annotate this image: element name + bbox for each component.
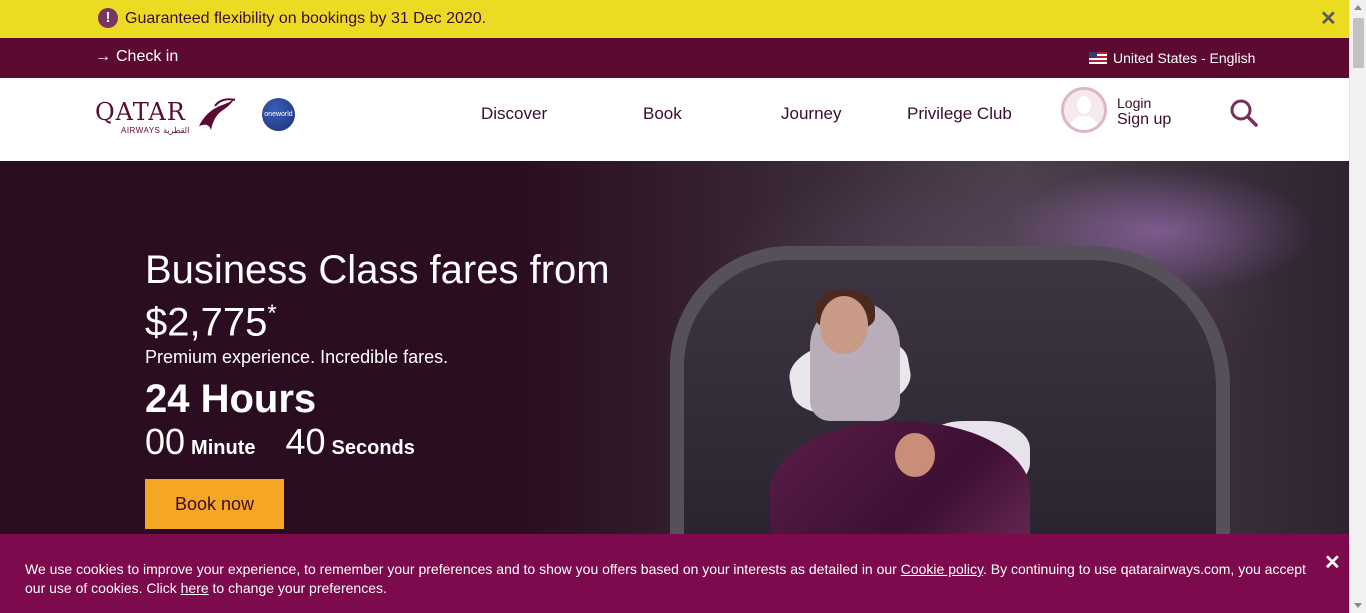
search-icon[interactable] [1229, 98, 1259, 128]
hero-banner: Business Class fares from $2,775* Premiu… [0, 161, 1349, 534]
exclamation-icon: ! [98, 8, 118, 28]
top-bar: → Check in United States - English [0, 38, 1349, 78]
countdown-minutes-value: 00 [145, 421, 186, 462]
oryx-icon [199, 96, 236, 130]
main-header: QATAR AIRWAYS القطرية oneworld Discover … [0, 78, 1349, 161]
locale-selector[interactable]: United States - English [1089, 50, 1255, 66]
locale-label: United States - English [1113, 50, 1256, 66]
user-avatar[interactable] [1061, 87, 1107, 133]
hero-tagline: Premium experience. Incredible fares. [145, 347, 449, 367]
cookie-text-start: We use cookies to improve your experienc… [25, 561, 901, 577]
cookie-banner: We use cookies to improve your experienc… [0, 534, 1349, 613]
book-now-button[interactable]: Book now [145, 479, 284, 529]
nav-discover[interactable]: Discover [481, 104, 547, 124]
countdown-timer: 00 Minute 40 Seconds [145, 421, 415, 463]
countdown-minutes-unit: Minute [191, 437, 256, 459]
notice-message: Guaranteed flexibility on bookings by 31… [125, 10, 487, 27]
qatar-airways-logo[interactable]: QATAR AIRWAYS القطرية [95, 96, 240, 141]
us-flag-icon [1089, 52, 1107, 64]
cookie-message: We use cookies to improve your experienc… [25, 560, 1315, 598]
hero-headline: Business Class fares from $2,775* [145, 248, 645, 344]
check-in-label: Check in [116, 48, 179, 65]
scroll-up-arrow-icon[interactable] [1354, 5, 1362, 10]
cookie-text-end: to change your preferences. [208, 580, 387, 596]
scroll-down-arrow-icon[interactable] [1354, 603, 1362, 608]
logo-wordmark: QATAR [95, 98, 186, 126]
arrow-right-icon: → [95, 48, 111, 65]
headline-line1: Business Class fares from [145, 248, 610, 292]
nav-book[interactable]: Book [643, 104, 682, 124]
cookie-policy-link[interactable]: Cookie policy [901, 561, 983, 577]
headline-asterisk: * [267, 300, 277, 327]
signup-link[interactable]: Sign up [1117, 111, 1171, 129]
countdown-hours: 24 Hours [145, 377, 317, 421]
nav-privilege-club[interactable]: Privilege Club [907, 104, 1012, 124]
hero-image [520, 161, 1349, 534]
login-link[interactable]: Login [1117, 95, 1151, 111]
logo-subtitle: AIRWAYS القطرية [121, 126, 190, 135]
countdown-seconds-value: 40 [285, 421, 326, 462]
mother-head [820, 296, 868, 354]
nav-journey[interactable]: Journey [781, 104, 841, 124]
check-in-link[interactable]: → Check in [95, 48, 178, 66]
scrollbar-thumb[interactable] [1353, 18, 1364, 68]
oneworld-logo[interactable]: oneworld [262, 98, 295, 131]
notice-banner: ! Guaranteed flexibility on bookings by … [0, 0, 1349, 38]
cookie-close-button[interactable]: ✕ [1324, 550, 1341, 575]
cookie-preferences-link[interactable]: here [181, 580, 209, 596]
child-head [895, 433, 935, 477]
countdown-seconds-unit: Seconds [331, 437, 415, 459]
headline-price: $2,775 [145, 300, 268, 345]
notice-close-button[interactable]: ✕ [1320, 6, 1337, 31]
page-scrollbar[interactable] [1349, 0, 1366, 613]
